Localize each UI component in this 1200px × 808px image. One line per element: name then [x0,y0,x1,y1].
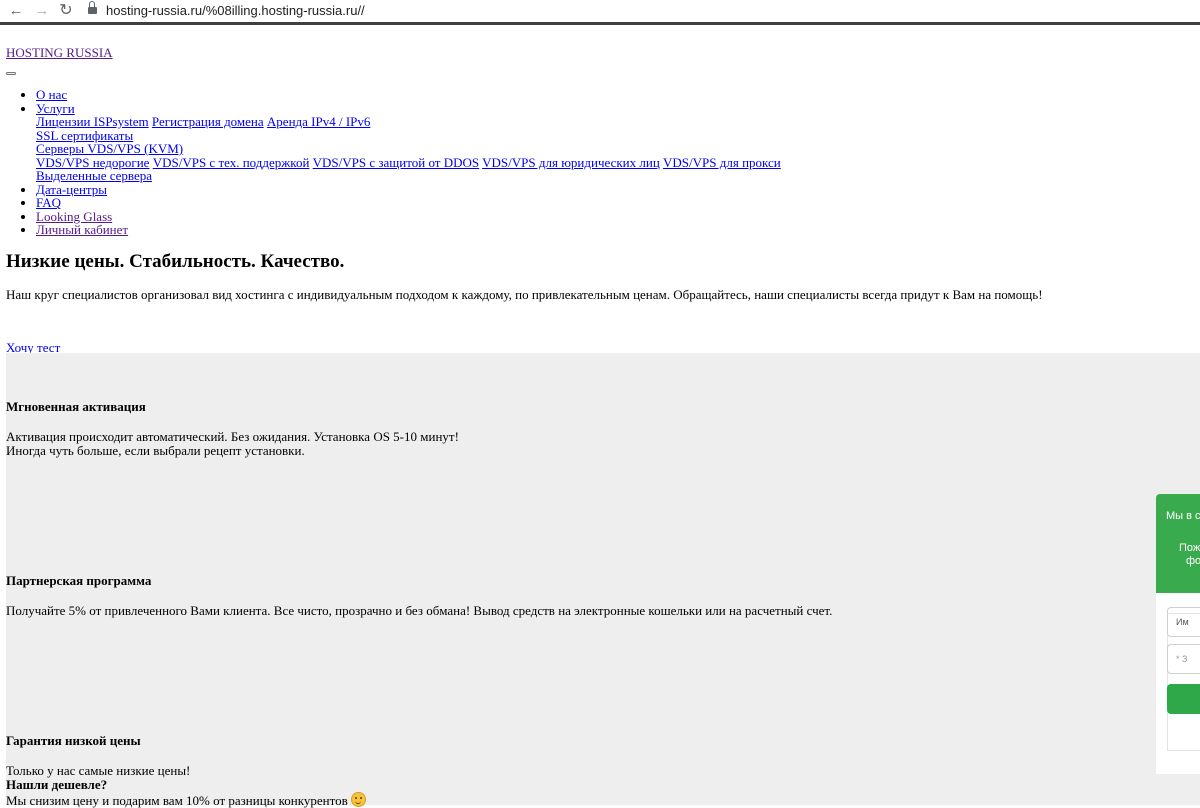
widget-header-line1: Мы в с [1166,510,1200,522]
menu-link-cabinet[interactable]: Личный кабинет [36,222,128,237]
submenu-link-vds-ddos[interactable]: VDS/VPS с защитой от DDOS [313,155,479,170]
menu-item-datacenters: Дата-центры [36,182,781,197]
widget-header-line2: Пож [1179,542,1200,554]
phone-input[interactable]: * З [1167,644,1200,674]
feature-guarantee-title: Гарантия низкой цены [6,733,141,748]
feature-activation-line2: Иногда чуть больше, если выбрали рецепт … [6,443,305,458]
submenu-link-domain-registration[interactable]: Регистрация домена [152,114,264,129]
lock-icon[interactable] [88,1,97,15]
reload-icon[interactable]: ↻ [56,1,76,21]
menu-item-about: О нас [36,88,781,102]
feature-activation-text: Активация происходит автоматический. Без… [6,430,1006,458]
hero-text: Наш круг специалистов организовал вид хо… [6,287,1043,302]
callback-widget: Мы в с Пож фо Им * З [1156,494,1200,774]
submenu-link-ip-rent[interactable]: Аренда IPv4 / IPv6 [267,114,370,129]
feature-partner-title: Партнерская программа [6,573,152,588]
menu-item-looking-glass: Looking Glass [36,209,781,224]
brand-link[interactable]: HOSTING RUSSIA [6,45,113,61]
main-menu: О нас Услуги Лицензии ISPsystem Регистра… [6,88,781,237]
submenu-link-vds-proxy[interactable]: VDS/VPS для прокси [663,155,781,170]
menu-item-cabinet: Личный кабинет [36,223,781,237]
menu-item-services: Услуги Лицензии ISPsystem Регистрация до… [36,101,781,183]
feature-guarantee-line2: Нашли дешевле? [6,777,108,792]
feature-guarantee-line3: Мы снизим цену и подарим вам 10% от разн… [6,793,348,808]
forward-arrow-icon[interactable]: → [32,1,52,21]
submenu-link-vds-legal[interactable]: VDS/VPS для юридических лиц [482,155,660,170]
feature-partner: Партнерская программа Получайте 5% от пр… [6,573,1006,618]
features-section: Мгновенная активация Активация происходи… [6,353,1200,808]
feature-activation-title: Мгновенная активация [6,399,146,414]
menu-item-faq: FAQ [36,196,781,210]
feature-activation-line1: Активация происходит автоматический. Без… [6,429,459,444]
address-bar[interactable]: hosting-russia.ru/%08illing.hosting-russ… [106,3,365,18]
widget-header-line3: фо [1186,555,1200,567]
callback-widget-body: Им * З [1156,593,1200,774]
back-arrow-icon[interactable]: ← [6,1,26,21]
hero-title: Низкие цены. Стабильность. Качество. [6,251,345,272]
feature-guarantee: Гарантия низкой цены Только у нас самые … [6,733,1006,808]
navbar-toggle-button[interactable] [6,72,16,75]
widget-submit-button[interactable] [1167,684,1200,714]
feature-partner-text: Получайте 5% от привлеченного Вами клиен… [6,603,833,618]
callback-widget-header: Мы в с Пож фо [1156,494,1200,593]
browser-toolbar: ← → ↻ hosting-russia.ru/%08illing.hostin… [0,0,1200,25]
submenu-link-vds-support[interactable]: VDS/VPS с тех. поддержкой [153,155,310,170]
feature-guarantee-text: Только у нас самые низкие цены! Нашли де… [6,764,1006,808]
feature-guarantee-line1: Только у нас самые низкие цены! [6,763,191,778]
name-input[interactable]: Им [1167,607,1200,637]
feature-activation: Мгновенная активация Активация происходи… [6,399,1006,458]
